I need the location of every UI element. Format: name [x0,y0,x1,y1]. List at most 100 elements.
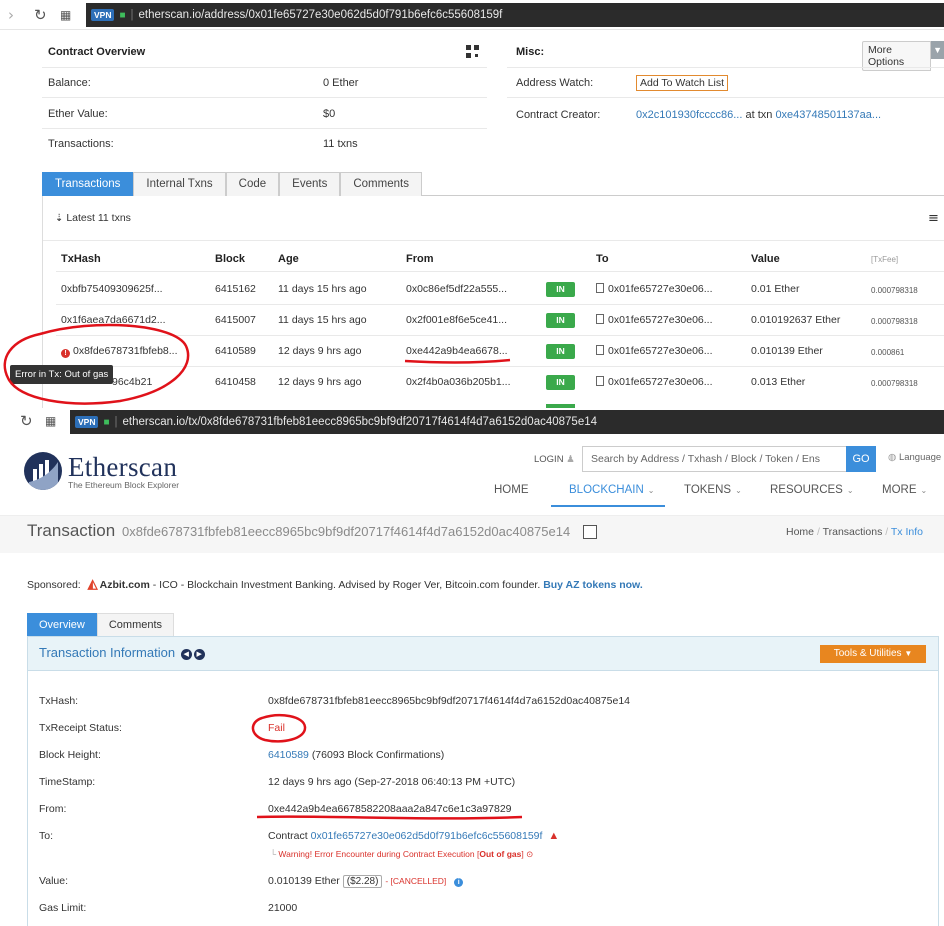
azbit-logo-icon[interactable]: ◭ [88,576,98,592]
login-link[interactable]: LOGIN ♟ [534,454,575,465]
row3-from-link[interactable]: 0xe442a9b4ea6678... [406,345,508,357]
address-tabs: Transactions Internal Txns Code Events C… [42,172,944,196]
tools-utilities-label[interactable]: Tools & Utilities [834,648,902,659]
divider [56,335,944,336]
address-bar[interactable]: VPN ■ | etherscan.io/address/0x01fe65727… [86,3,944,27]
next-tx-icon[interactable]: ▶ [193,649,205,660]
url-text[interactable]: etherscan.io/tx/0x8fde678731fbfeb81eecc8… [123,416,597,428]
etherscan-logo-icon[interactable] [24,452,62,490]
col-header-txhash: TxHash [61,253,101,265]
row3-to-text: 0x01fe65727e30e06... [608,345,713,357]
row3-txhash-text[interactable]: 0x8fde678731fbfeb8... [73,345,178,357]
separator: | [130,9,134,21]
row2-fee: 0.000798318 [871,317,918,326]
tools-utilities-button[interactable]: Tools & Utilities ▼ [820,645,926,663]
search-input[interactable]: Search by Address / Txhash / Block / Tok… [582,446,847,472]
qr-code-icon[interactable] [466,45,479,58]
to-contract-link[interactable]: 0x01fe65727e30e062d5d0f791b6efc6c5560815… [311,830,543,842]
sponsor-brand[interactable]: Azbit.com [100,579,150,591]
nav-resources[interactable]: RESOURCES ⌄ [770,484,854,496]
txreceipt-status-label: TxReceipt Status: [39,722,122,734]
breadcrumb-transactions[interactable]: Transactions [823,526,883,538]
divider [42,128,487,129]
tab-overview[interactable]: Overview [27,613,97,636]
row1-block-link[interactable]: 6415162 [215,283,256,295]
address-bar-2[interactable]: VPN ■ | etherscan.io/tx/0x8fde678731fbfe… [70,410,944,434]
grid-icon[interactable]: ▦ [45,414,56,428]
row3-value: 0.010139 Ether [751,345,823,357]
nav-blockchain-label[interactable]: BLOCKCHAIN [569,484,644,496]
timestamp-label: TimeStamp: [39,776,96,788]
add-to-watch-list-button[interactable]: Add To Watch List [636,75,729,91]
row3-to: 0x01fe65727e30e06... [596,345,713,357]
row2-block-link[interactable]: 6415007 [215,314,256,326]
error-icon[interactable]: ! [61,349,70,358]
ether-value-value: $0 [323,108,336,120]
row3-block-link[interactable]: 6410589 [215,345,256,357]
tab-comments[interactable]: Comments [96,613,175,636]
browser-toolbar-2: ↻ ▦ VPN ■ | etherscan.io/tx/0x8fde678731… [0,409,944,435]
vpn-badge[interactable]: VPN [91,9,115,21]
sponsor-cta-link[interactable]: Buy AZ tokens now. [543,579,643,591]
tab-code[interactable]: Code [225,172,280,196]
creator-address-link[interactable]: 0x2c101930fcccc86... [636,109,742,121]
info-circle-icon[interactable]: ⊙ [526,849,533,859]
login-label[interactable]: LOGIN [534,454,564,465]
language-label[interactable]: Language [899,452,941,463]
row2-txhash-link[interactable]: 0x1f6aea7da6671d2... [61,314,166,326]
search-go-button[interactable]: GO [846,446,876,472]
creator-txn-link[interactable]: 0xe43748501137aa... [775,109,881,121]
tab-internal-txns[interactable]: Internal Txns [133,172,226,196]
row4-from-link[interactable]: 0x2f4b0a036b205b1... [406,376,511,388]
menu-icon[interactable]: ≡ [928,211,939,226]
row3-txhash-link[interactable]: ! 0x8fde678731fbfeb8... [61,345,178,358]
address-watch-label: Address Watch: [516,77,594,89]
grid-icon[interactable]: ▦ [60,8,71,22]
reload-icon[interactable]: ↻ [34,6,47,24]
copy-icon[interactable] [583,525,597,539]
url-text[interactable]: etherscan.io/address/0x01fe65727e30e062d… [139,9,503,21]
col-header-txfee: [TxFee] [871,255,899,264]
txreceipt-status-value: Fail [268,722,285,734]
nav-more-label[interactable]: MORE [882,484,917,496]
nav-home[interactable]: HOME [494,484,529,496]
prev-tx-icon[interactable]: ◀ [180,649,192,660]
row2-from-link[interactable]: 0x2f001e8f6e5ce41... [406,314,507,326]
row4-value: 0.013 Ether [751,376,806,388]
tab-transactions[interactable]: Transactions [42,172,134,196]
breadcrumb-home[interactable]: Home [786,526,814,538]
transaction-info-title: Transaction Information ◀ ▶ [39,645,205,660]
brand-name[interactable]: Etherscan [68,452,177,483]
info-icon[interactable]: i [454,878,464,887]
vpn-badge[interactable]: VPN [75,416,99,428]
row2-value: 0.010192637 Ether [751,314,841,326]
txhash-label: TxHash: [39,695,79,707]
block-height-link[interactable]: 6410589 [268,749,309,761]
language-selector[interactable]: ◍ Language [888,452,941,463]
reload-icon[interactable]: ↻ [20,412,33,430]
nav-more[interactable]: MORE ⌄ [882,484,927,496]
divider [507,97,944,98]
tab-events[interactable]: Events [279,172,341,196]
row4-block-link[interactable]: 6410458 [215,376,256,388]
nav-resources-label[interactable]: RESOURCES [770,484,843,496]
forward-icon[interactable]: › [8,6,14,24]
row3-fee: 0.000861 [871,348,905,357]
row1-from-link[interactable]: 0x0c86ef5df22a555... [406,283,507,295]
from-address-link[interactable]: 0xe442a9b4ea6678582208aaa2a847c6e1c3a978… [268,803,512,815]
chevron-down-icon: ⌄ [735,486,742,495]
lock-icon: ■ [103,416,110,428]
row1-txhash-link[interactable]: 0xbfb75409309625f... [61,283,163,295]
balance-value: 0 Ether [323,77,359,89]
balance-label: Balance: [48,77,91,89]
at-txn-text: at txn [745,109,773,121]
tab-comments[interactable]: Comments [340,172,422,196]
row3-in-badge: IN [546,344,575,359]
chevron-down-icon[interactable]: ▼ [931,41,944,59]
row4-txhash-link[interactable]: 96c4b21 [112,376,152,388]
nav-blockchain[interactable]: BLOCKCHAIN ⌄ [569,484,654,496]
nav-tokens-label[interactable]: TOKENS [684,484,731,496]
nav-tokens[interactable]: TOKENS ⌄ [684,484,742,496]
cancelled-tag: - [CANCELLED] [385,876,447,886]
col-header-block: Block [215,253,245,265]
